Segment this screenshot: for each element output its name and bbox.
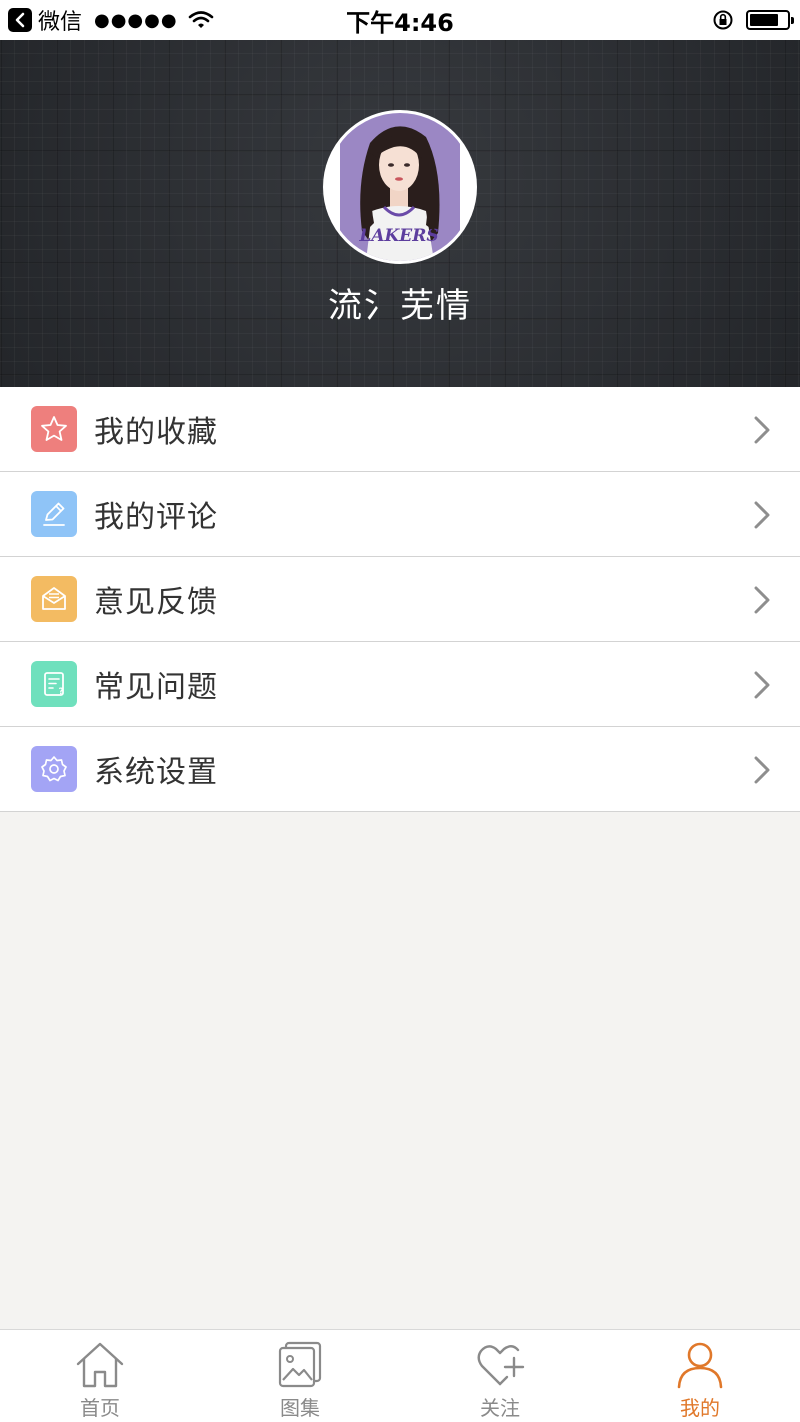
chevron-right-icon bbox=[754, 671, 770, 699]
menu-item-comments[interactable]: 我的评论 bbox=[0, 472, 800, 557]
tab-label-home: 首页 bbox=[80, 1396, 120, 1420]
return-app-name[interactable]: 微信 bbox=[38, 4, 82, 36]
status-bar-right bbox=[712, 0, 794, 40]
username: 流氵芜情 bbox=[328, 286, 472, 326]
menu-list: 我的收藏 我的评论 意见反馈 ? 常见问题 系统设置 bbox=[0, 387, 800, 812]
tab-follow[interactable]: 关注 bbox=[400, 1330, 600, 1422]
tab-label-mine: 我的 bbox=[680, 1396, 720, 1420]
star-icon bbox=[31, 406, 77, 452]
gallery-icon bbox=[278, 1341, 322, 1388]
tab-home[interactable]: 首页 bbox=[0, 1330, 200, 1422]
menu-item-feedback[interactable]: 意见反馈 bbox=[0, 557, 800, 642]
faq-doc-icon: ? bbox=[31, 661, 77, 707]
chevron-left-icon bbox=[15, 12, 25, 28]
menu-label-settings: 系统设置 bbox=[94, 755, 218, 790]
avatar[interactable]: LAKERS bbox=[323, 110, 477, 264]
menu-label-feedback: 意见反馈 bbox=[94, 585, 218, 620]
rotation-lock-icon bbox=[713, 10, 733, 30]
tab-label-follow: 关注 bbox=[480, 1396, 520, 1420]
battery-icon bbox=[746, 10, 794, 30]
tab-gallery[interactable]: 图集 bbox=[200, 1330, 400, 1422]
tab-mine[interactable]: 我的 bbox=[600, 1330, 800, 1422]
status-bar-left: 微信 ●●●●● bbox=[0, 4, 300, 36]
back-to-app-button[interactable] bbox=[8, 8, 32, 32]
home-icon bbox=[76, 1342, 124, 1388]
gear-icon bbox=[31, 746, 77, 792]
wifi-icon bbox=[188, 11, 213, 28]
svg-text:?: ? bbox=[59, 687, 64, 697]
tab-label-gallery: 图集 bbox=[280, 1396, 320, 1420]
menu-label-favorites: 我的收藏 bbox=[94, 415, 218, 450]
profile-header: LAKERS 流氵芜情 bbox=[0, 40, 800, 387]
menu-label-faq: 常见问题 bbox=[94, 670, 218, 705]
person-icon bbox=[677, 1342, 723, 1389]
signal-strength-icon: ●●●●● bbox=[94, 9, 178, 31]
chevron-right-icon bbox=[754, 416, 770, 444]
menu-label-comments: 我的评论 bbox=[94, 500, 218, 535]
status-bar: 微信 ●●●●● 下午4:46 bbox=[0, 0, 800, 40]
menu-item-settings[interactable]: 系统设置 bbox=[0, 727, 800, 812]
pencil-icon bbox=[31, 491, 77, 537]
avatar-illustration-icon: LAKERS bbox=[326, 113, 474, 261]
menu-item-faq[interactable]: ? 常见问题 bbox=[0, 642, 800, 727]
menu-item-favorites[interactable]: 我的收藏 bbox=[0, 387, 800, 472]
tab-bar: 首页 图集 关注 我的 bbox=[0, 1329, 800, 1422]
svg-text:LAKERS: LAKERS bbox=[358, 226, 438, 246]
envelope-icon bbox=[31, 576, 77, 622]
chevron-right-icon bbox=[754, 586, 770, 614]
heart-plus-icon bbox=[477, 1345, 525, 1386]
chevron-right-icon bbox=[754, 501, 770, 529]
chevron-right-icon bbox=[754, 756, 770, 784]
